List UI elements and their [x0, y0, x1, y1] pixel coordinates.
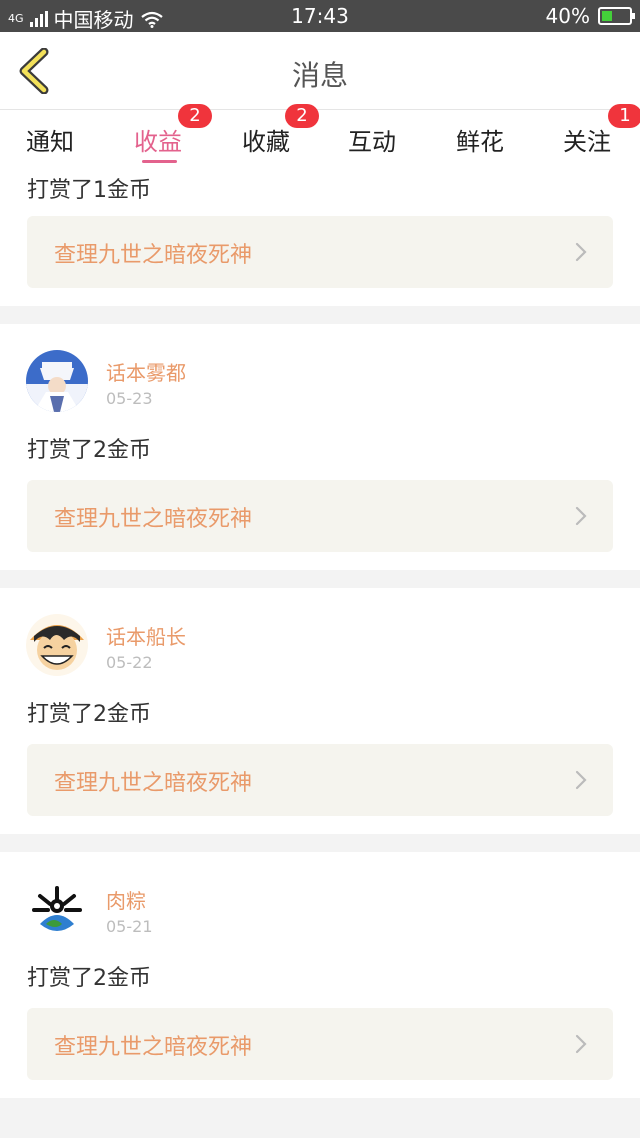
avatar[interactable]	[26, 614, 88, 676]
avatar[interactable]	[26, 878, 88, 940]
message-card: 话本船长 05-22 打赏了2金币 查理九世之暗夜死神	[0, 588, 640, 834]
battery-percent: 40%	[545, 4, 590, 28]
novel-title: 查理九世之暗夜死神	[54, 507, 253, 532]
novel-link[interactable]: 查理九世之暗夜死神	[27, 1008, 613, 1080]
avatar-image	[26, 878, 88, 940]
tab-favorites-badge: 2	[285, 104, 319, 128]
novel-link[interactable]: 查理九世之暗夜死神	[27, 216, 613, 288]
status-bar: 4G 中国移动 17:43 40%	[0, 0, 640, 32]
battery-icon	[598, 7, 635, 25]
chevron-right-icon	[575, 770, 587, 790]
message-date: 05-23	[106, 389, 153, 408]
novel-title: 查理九世之暗夜死神	[54, 243, 253, 268]
user-name[interactable]: 肉粽	[106, 885, 146, 914]
tab-bar: 通知 收益 2 收藏 2 互动 鲜花 关注 1	[0, 104, 640, 168]
tab-notice[interactable]: 通知	[26, 122, 74, 157]
chevron-right-icon	[575, 1034, 587, 1054]
user-name[interactable]: 话本雾都	[106, 357, 186, 386]
novel-title: 查理九世之暗夜死神	[54, 1035, 253, 1060]
message-card: 打赏了1金币 查理九世之暗夜死神	[0, 168, 640, 306]
tab-follows[interactable]: 关注	[563, 122, 611, 157]
novel-link[interactable]: 查理九世之暗夜死神	[27, 744, 613, 816]
message-action: 打赏了2金币	[27, 966, 151, 991]
avatar[interactable]	[26, 350, 88, 412]
nav-bar: 消息	[0, 32, 640, 110]
tab-flowers[interactable]: 鲜花	[456, 122, 504, 157]
message-action: 打赏了1金币	[27, 178, 151, 203]
tab-favorites[interactable]: 收藏	[242, 122, 290, 157]
active-tab-indicator	[142, 160, 177, 163]
novel-title: 查理九世之暗夜死神	[54, 771, 253, 796]
chevron-right-icon	[575, 506, 587, 526]
novel-link[interactable]: 查理九世之暗夜死神	[27, 480, 613, 552]
clock: 17:43	[291, 4, 349, 28]
avatar-image	[26, 350, 88, 412]
avatar-image	[26, 614, 88, 676]
tab-earnings-badge: 2	[178, 104, 212, 128]
battery-level	[602, 11, 612, 21]
message-card: 话本雾都 05-23 打赏了2金币 查理九世之暗夜死神	[0, 324, 640, 570]
message-action: 打赏了2金币	[27, 438, 151, 463]
page-title: 消息	[291, 59, 348, 92]
tab-follows-badge: 1	[608, 104, 640, 128]
tab-earnings[interactable]: 收益	[134, 122, 182, 157]
status-right: 40%	[545, 4, 635, 28]
message-date: 05-22	[106, 653, 153, 672]
message-date: 05-21	[106, 917, 153, 936]
message-card: 肉粽 05-21 打赏了2金币 查理九世之暗夜死神	[0, 852, 640, 1098]
chevron-right-icon	[575, 242, 587, 262]
user-name[interactable]: 话本船长	[106, 621, 186, 650]
tab-interaction[interactable]: 互动	[348, 122, 396, 157]
message-action: 打赏了2金币	[27, 702, 151, 727]
